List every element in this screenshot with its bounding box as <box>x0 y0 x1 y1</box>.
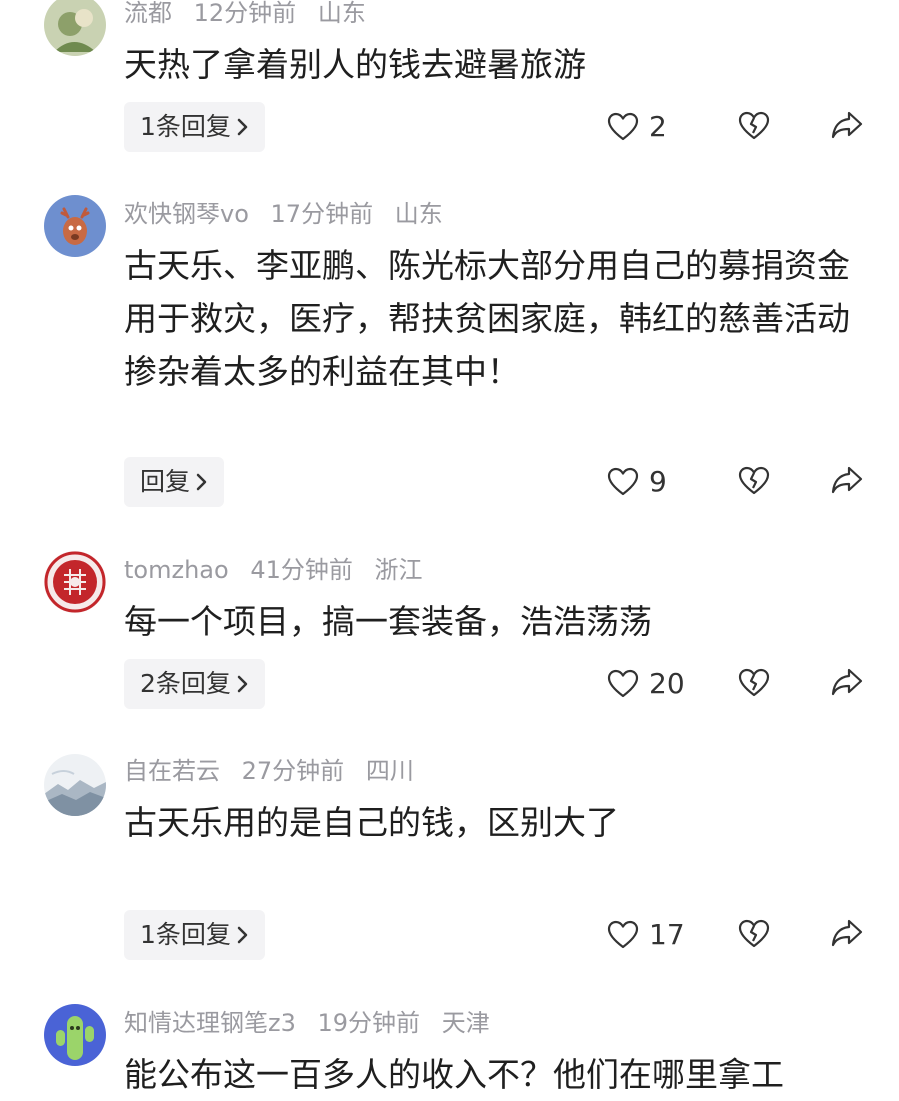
comment-location: 四川 <box>365 757 414 785</box>
avatar[interactable] <box>44 1004 106 1066</box>
broken-heart-icon <box>738 111 770 140</box>
comment-time: 41分钟前 <box>250 556 353 584</box>
comment-time: 12分钟前 <box>193 0 297 27</box>
like-button[interactable]: 17 <box>607 920 685 950</box>
comment-time: 19分钟前 <box>317 1009 421 1037</box>
heart-icon <box>607 920 639 949</box>
comment-meta: 流都 12分钟前 山东 <box>124 0 380 28</box>
dislike-button[interactable] <box>738 668 770 698</box>
comment-time: 27分钟前 <box>241 757 345 785</box>
comment-meta: tomzhao 41分钟前 浙江 <box>124 555 437 585</box>
avatar[interactable] <box>44 754 106 816</box>
avatar[interactable] <box>44 551 106 613</box>
like-count: 9 <box>649 465 667 498</box>
comment-text: 天热了拿着别人的钱去避暑旅游 <box>124 45 586 84</box>
like-count: 2 <box>649 110 667 143</box>
comment-username[interactable]: 知情达理钢笔z3 <box>124 1009 296 1037</box>
share-icon <box>831 668 863 696</box>
comment-location: 天津 <box>441 1009 490 1037</box>
comment-time: 17分钟前 <box>270 200 374 228</box>
avatar[interactable] <box>44 195 106 257</box>
share-icon <box>831 919 863 947</box>
comment-meta: 欢快钢琴vo 17分钟前 山东 <box>124 199 457 229</box>
dislike-button[interactable] <box>738 111 770 141</box>
view-replies-button[interactable]: 2条回复 <box>124 659 265 709</box>
dislike-button[interactable] <box>738 919 770 949</box>
chevron-right-icon <box>237 675 248 693</box>
view-replies-button[interactable]: 1条回复 <box>124 910 265 960</box>
comment-text: 每一个项目，搞一套装备，浩浩荡荡 <box>124 602 652 641</box>
comment-meta: 自在若云 27分钟前 四川 <box>124 756 428 786</box>
heart-icon <box>607 112 639 141</box>
broken-heart-icon <box>738 668 770 697</box>
share-icon <box>831 111 863 139</box>
share-button[interactable] <box>831 918 863 948</box>
comment-username[interactable]: 欢快钢琴vo <box>124 200 249 228</box>
dislike-button[interactable] <box>738 466 770 496</box>
comment-location: 山东 <box>317 0 366 27</box>
like-count: 20 <box>649 667 685 700</box>
comment-text: 古天乐、李亚鹏、陈光标大部分用自己的募捐资金用于救灾，医疗，帮扶贫困家庭，韩红的… <box>124 246 850 391</box>
like-button[interactable]: 20 <box>607 669 685 699</box>
share-icon <box>831 466 863 494</box>
comment-text: 古天乐用的是自己的钱，区别大了 <box>124 803 619 842</box>
broken-heart-icon <box>738 466 770 495</box>
comment-text: 能公布这一百多人的收入不？他们在哪里拿工 <box>124 1055 784 1094</box>
reply-label: 2条回复 <box>140 669 231 698</box>
chevron-right-icon <box>237 118 248 136</box>
comment-username[interactable]: tomzhao <box>124 556 229 584</box>
avatar[interactable] <box>44 0 106 56</box>
comment-username[interactable]: 流都 <box>124 0 172 27</box>
view-replies-button[interactable]: 1条回复 <box>124 102 265 152</box>
comment-location: 山东 <box>394 200 443 228</box>
chevron-right-icon <box>196 473 207 491</box>
share-button[interactable] <box>831 465 863 495</box>
like-button[interactable]: 9 <box>607 467 667 497</box>
comment-username[interactable]: 自在若云 <box>124 757 220 785</box>
reply-label: 回复 <box>140 467 191 496</box>
reply-label: 1条回复 <box>140 112 231 141</box>
heart-icon <box>607 467 639 496</box>
like-count: 17 <box>649 918 685 951</box>
like-button[interactable]: 2 <box>607 112 667 142</box>
heart-icon <box>607 669 639 698</box>
broken-heart-icon <box>738 919 770 948</box>
view-replies-button[interactable]: 回复 <box>124 457 225 507</box>
comment-meta: 知情达理钢笔z3 19分钟前 天津 <box>124 1008 504 1038</box>
share-button[interactable] <box>831 667 863 697</box>
share-button[interactable] <box>831 110 863 140</box>
reply-label: 1条回复 <box>140 920 231 949</box>
chevron-right-icon <box>237 926 248 944</box>
comment-location: 浙江 <box>374 556 423 584</box>
